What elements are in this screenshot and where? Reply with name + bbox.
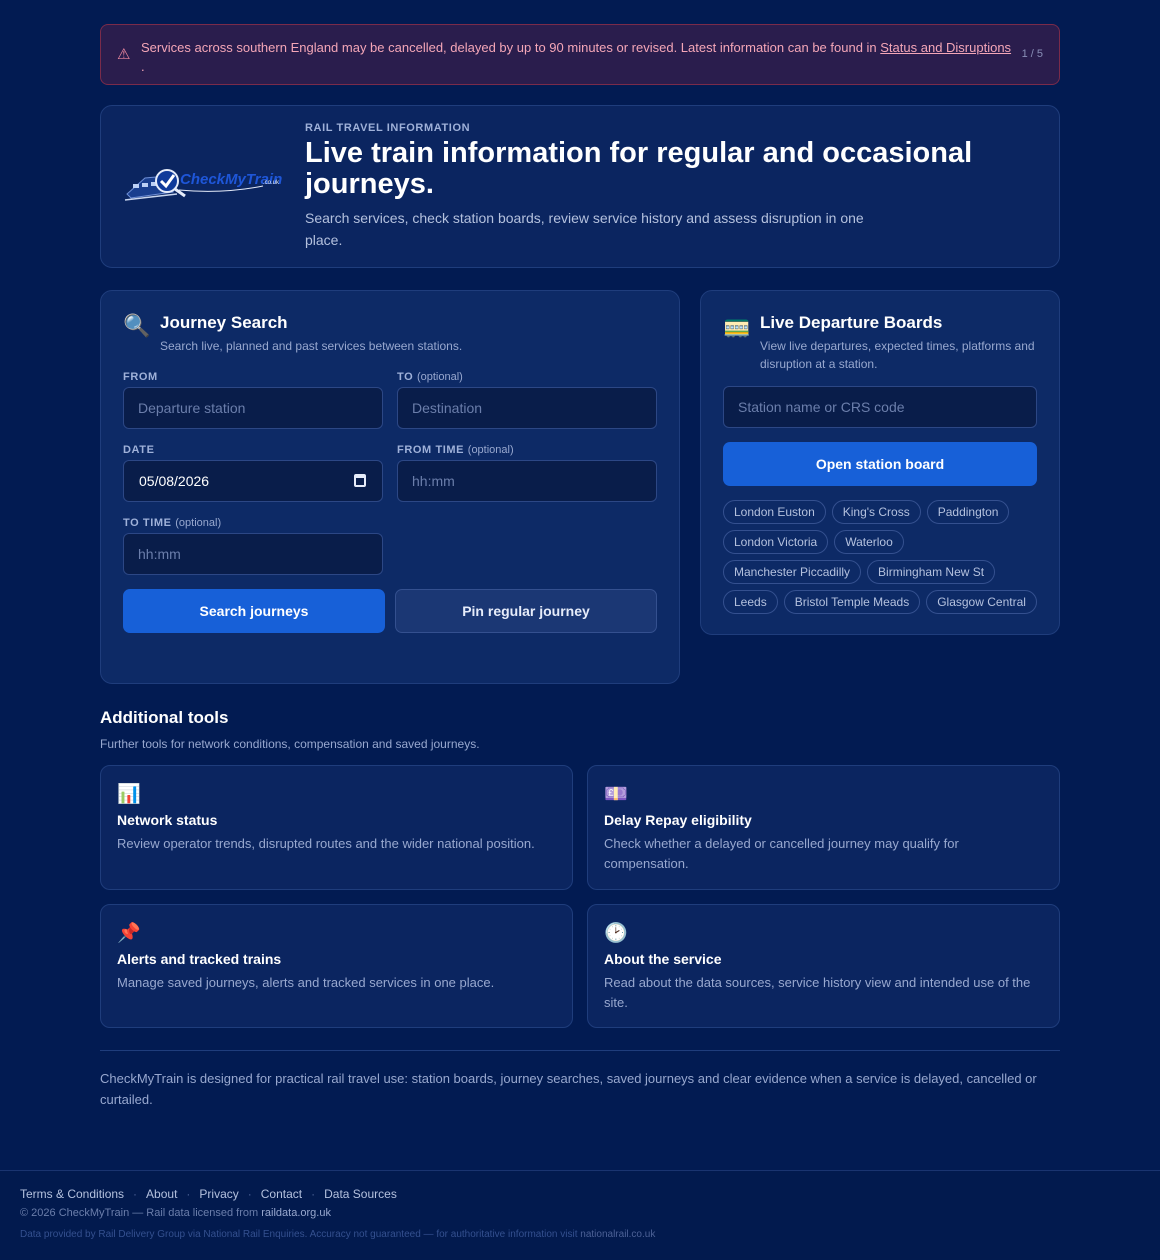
raildata-link[interactable]: raildata.org.uk [261, 1207, 331, 1219]
footer-link-terms[interactable]: Terms & Conditions [20, 1187, 124, 1201]
checkmytrain-logo[interactable]: CheckMyTrain .co.uk [123, 164, 285, 206]
page-title: Live train information for regular and o… [305, 137, 973, 200]
logo-domain: .co.uk [263, 180, 280, 186]
disruption-alert-banner: ⚠ Services across southern England may b… [100, 24, 1060, 85]
station-chip-kings-cross[interactable]: King's Cross [831, 500, 921, 524]
tool-description: Review operator trends, disrupted routes… [117, 836, 535, 851]
bar-chart-icon: 📊 [117, 784, 141, 805]
station-search-input[interactable] [723, 386, 1037, 428]
site-footer: Terms & Conditions · About · Privacy · C… [0, 1170, 1160, 1260]
warning-icon: ⚠ [117, 46, 131, 63]
station-chip-leeds[interactable]: Leeds [723, 590, 778, 614]
station-chip-london-euston[interactable]: London Euston [723, 500, 826, 524]
clock-icon: 🕑 [604, 923, 628, 944]
from-label: FROM [123, 371, 158, 383]
tool-description: Manage saved journeys, alerts and tracke… [117, 975, 495, 990]
tool-title: Delay Repay eligibility [604, 812, 752, 828]
pin-regular-journey-button[interactable]: Pin regular journey [395, 589, 657, 633]
content-divider [100, 1050, 1060, 1051]
footer-link-privacy[interactable]: Privacy [199, 1187, 238, 1201]
footer-separator: · [311, 1187, 316, 1201]
footer-link-data-sources[interactable]: Data Sources [324, 1187, 397, 1201]
station-chip-london-victoria[interactable]: London Victoria [723, 530, 829, 554]
footer-data-note: Data provided by Rail Delivery Group via… [20, 1229, 656, 1240]
footer-separator: · [186, 1187, 191, 1201]
hero-subtitle: Search services, check station boards, r… [305, 210, 864, 248]
journey-search-card: 🔍 Journey Search Search live, planned an… [100, 290, 680, 684]
alert-message-text: Services across southern England may be … [141, 40, 881, 55]
alert-message: Services across southern England may be … [141, 38, 1021, 76]
footer-link-about[interactable]: About [146, 1187, 177, 1201]
search-journeys-button[interactable]: Search journeys [123, 589, 385, 633]
status-disruptions-link[interactable]: Status and Disruptions [880, 40, 1011, 55]
departure-boards-card: 🚃 Live Departure Boards View live depart… [700, 290, 1060, 635]
tool-network-status[interactable]: 📊 Network status Review operator trends,… [100, 765, 573, 890]
station-chip-waterloo[interactable]: Waterloo [834, 530, 904, 554]
alert-counter: 1 / 5 [1021, 48, 1043, 60]
tool-delay-repay[interactable]: 💷 Delay Repay eligibility Check whether … [587, 765, 1060, 890]
about-text: CheckMyTrain is designed for practical r… [100, 1071, 1037, 1107]
tool-description: Check whether a delayed or cancelled jou… [604, 836, 959, 871]
from-station-input[interactable] [123, 387, 383, 429]
tool-title: About the service [604, 951, 722, 967]
tool-about-service[interactable]: 🕑 About the service Read about the data … [587, 904, 1060, 1028]
from-time-input[interactable] [397, 460, 657, 502]
departure-boards-title: Live Departure Boards [760, 313, 943, 332]
station-chip-manchester-piccadilly[interactable]: Manchester Piccadilly [723, 560, 862, 584]
footer-copyright: © 2026 CheckMyTrain — Rail data licensed… [20, 1207, 331, 1219]
magnifier-icon: 🔍 [123, 313, 151, 338]
to-time-input[interactable] [123, 533, 383, 575]
hero-panel: CheckMyTrain .co.uk RAIL TRAVEL INFORMAT… [100, 105, 1060, 268]
from-time-label: FROM TIME (optional) [397, 444, 514, 456]
date-label: DATE [123, 444, 155, 456]
footer-separator: · [133, 1187, 138, 1201]
footer-link-contact[interactable]: Contact [261, 1187, 302, 1201]
station-chip-birmingham-new-st[interactable]: Birmingham New St [867, 560, 996, 584]
tram-icon: 🚃 [723, 313, 751, 338]
footer-links: Terms & Conditions · About · Privacy · C… [20, 1187, 397, 1201]
pound-note-icon: 💷 [604, 784, 628, 805]
hero-kicker: RAIL TRAVEL INFORMATION [305, 122, 471, 134]
to-station-input[interactable] [397, 387, 657, 429]
nationalrail-link[interactable]: nationalrail.co.uk [580, 1229, 655, 1240]
additional-tools-title: Additional tools [100, 708, 229, 727]
calendar-icon[interactable] [354, 474, 366, 487]
tool-title: Network status [117, 812, 218, 828]
journey-search-subtitle: Search live, planned and past services b… [160, 339, 463, 353]
date-value: 05/08/2026 [139, 473, 210, 489]
open-station-board-button[interactable]: Open station board [723, 442, 1037, 486]
departure-boards-subtitle: View live departures, expected times, pl… [760, 339, 1035, 371]
tool-title: Alerts and tracked trains [117, 951, 282, 967]
tool-description: Read about the data sources, service his… [604, 975, 1031, 1010]
popular-stations: London Euston King's Cross Paddington Lo… [723, 500, 1043, 614]
to-time-label: TO TIME (optional) [123, 517, 222, 529]
to-label: TO (optional) [397, 371, 463, 383]
date-input[interactable]: 05/08/2026 [123, 460, 383, 502]
alert-message-tail: . [141, 59, 145, 74]
journey-search-title: Journey Search [160, 313, 288, 332]
station-chip-bristol-temple-meads[interactable]: Bristol Temple Meads [783, 590, 921, 614]
station-chip-paddington[interactable]: Paddington [926, 500, 1010, 524]
footer-separator: · [247, 1187, 252, 1201]
pushpin-icon: 📌 [117, 923, 141, 944]
tool-alerts-tracked[interactable]: 📌 Alerts and tracked trains Manage saved… [100, 904, 573, 1028]
additional-tools-subtitle: Further tools for network conditions, co… [100, 737, 480, 751]
station-chip-glasgow-central[interactable]: Glasgow Central [926, 590, 1037, 614]
